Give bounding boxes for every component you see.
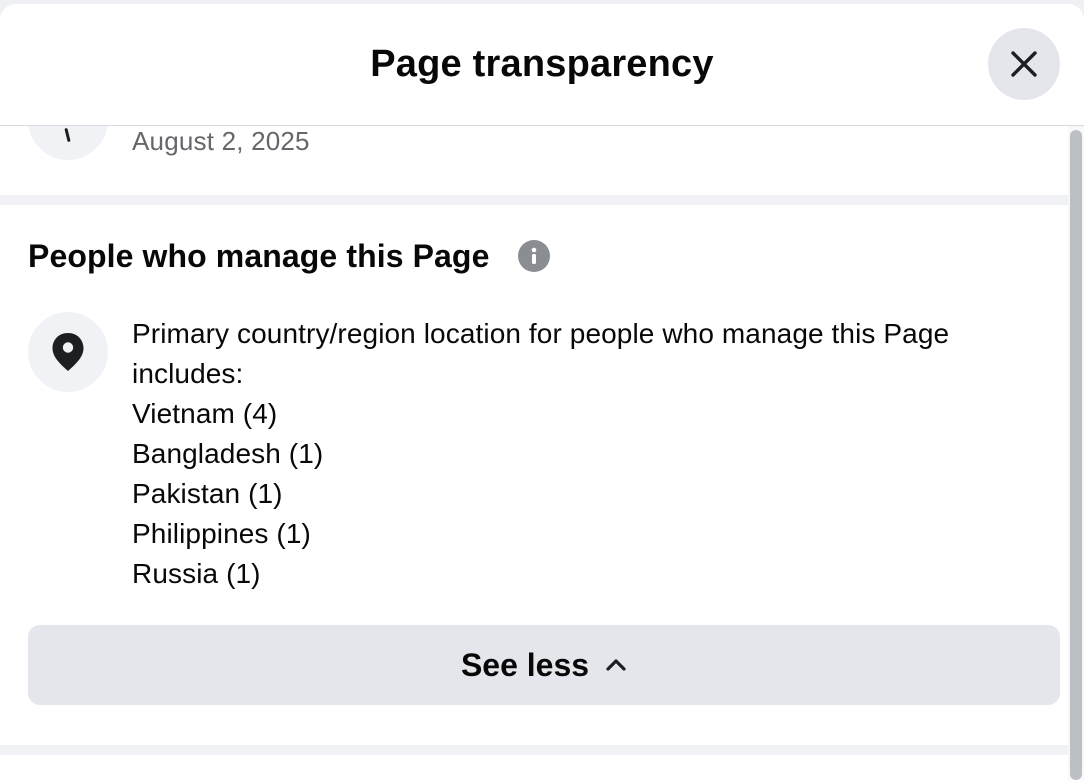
info-glyph — [531, 247, 537, 264]
country-item: Pakistan (1) — [132, 478, 283, 509]
section-divider — [0, 195, 1068, 205]
close-icon — [1011, 51, 1037, 77]
location-icon-circle — [28, 312, 108, 392]
chevron-up-icon — [606, 659, 626, 671]
country-item: Russia (1) — [132, 558, 261, 589]
dialog-header: Page transparency — [0, 4, 1084, 126]
info-icon[interactable] — [518, 240, 550, 272]
close-button[interactable] — [988, 28, 1060, 100]
history-icon — [64, 127, 71, 143]
scrollbar[interactable] — [1068, 126, 1084, 780]
page-transparency-dialog: Page transparency August 2, 2025 People … — [0, 4, 1084, 780]
see-less-button[interactable]: See less — [28, 625, 1060, 705]
page-history-date: August 2, 2025 — [132, 126, 310, 156]
dialog-content: August 2, 2025 People who manage this Pa… — [0, 126, 1068, 780]
country-item: Philippines (1) — [132, 518, 311, 549]
location-description: Primary country/region location for peop… — [132, 318, 950, 389]
country-item: Bangladesh (1) — [132, 438, 324, 469]
see-less-label: See less — [460, 646, 590, 683]
dialog-title: Page transparency — [370, 43, 714, 85]
country-list: Vietnam (4) Bangladesh (1) Pakistan (1) … — [132, 394, 1042, 594]
history-icon-circle — [28, 126, 108, 160]
scrollbar-thumb[interactable] — [1070, 130, 1082, 780]
section-divider — [0, 745, 1068, 755]
manager-location-text: Primary country/region location for peop… — [132, 314, 1042, 594]
country-item: Vietnam (4) — [132, 398, 278, 429]
section-title-managers: People who manage this Page — [28, 238, 490, 274]
location-pin-icon — [52, 333, 84, 371]
